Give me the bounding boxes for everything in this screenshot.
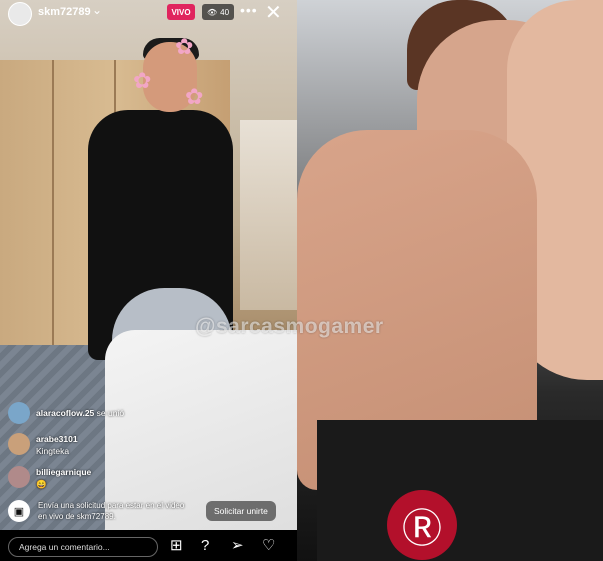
live-stream-screen: ✿ ✿ ✿ Ⓡ @sarcasmogamer skm72789 ⌄ VIVO 👁… bbox=[0, 0, 603, 561]
comment-item: arabe3101 Kingteka bbox=[8, 433, 78, 457]
heart-icon[interactable]: ♡ bbox=[262, 538, 275, 553]
add-guest-icon[interactable]: ⊞ bbox=[170, 538, 183, 553]
flower-sticker-icon: ✿ bbox=[185, 84, 204, 109]
avatar[interactable] bbox=[8, 433, 30, 455]
comment-item: alaracoflow.25 se unió bbox=[8, 402, 124, 424]
avatar[interactable] bbox=[8, 466, 30, 488]
avatar[interactable] bbox=[8, 402, 30, 424]
join-request: ▣ Envía una solicitud para estar en el v… bbox=[8, 500, 293, 522]
watermark: @sarcasmogamer bbox=[195, 315, 384, 338]
flower-sticker-icon: ✿ bbox=[133, 68, 152, 93]
question-icon[interactable]: ? bbox=[201, 538, 209, 553]
viewer-count-badge[interactable]: 👁 40 bbox=[202, 4, 235, 20]
comment-input[interactable] bbox=[8, 537, 158, 557]
flower-sticker-icon: ✿ bbox=[175, 34, 194, 59]
send-icon[interactable]: ➢ bbox=[231, 538, 244, 553]
guest-video: Ⓡ bbox=[297, 0, 603, 561]
join-request-message: Envía una solicitud para estar en el vid… bbox=[38, 501, 185, 521]
bottom-bar: ⊞ ? ➢ ♡ bbox=[0, 530, 297, 561]
host-avatar[interactable] bbox=[8, 2, 32, 26]
close-icon[interactable]: ✕ bbox=[265, 0, 282, 25]
eye-icon: 👁 bbox=[207, 7, 218, 17]
live-badge: VIVO bbox=[167, 4, 195, 20]
background-shelf bbox=[240, 120, 297, 310]
comment-text: 😄 bbox=[36, 479, 47, 489]
guest-shirt bbox=[317, 420, 603, 561]
comment-text: Kingteka bbox=[36, 446, 70, 456]
chevron-down-icon[interactable]: ⌄ bbox=[92, 3, 102, 17]
shirt-logo: Ⓡ bbox=[387, 490, 457, 560]
viewer-count: 40 bbox=[220, 7, 230, 17]
host-username[interactable]: skm72789 bbox=[38, 6, 91, 18]
blanket bbox=[105, 330, 297, 561]
comment-text: se unió bbox=[96, 408, 125, 418]
comment-user[interactable]: billiegarnique bbox=[36, 466, 91, 478]
comment-item: billiegarnique 😄 bbox=[8, 466, 91, 490]
comment-user[interactable]: arabe3101 bbox=[36, 433, 78, 445]
more-options-icon[interactable]: ••• bbox=[240, 2, 258, 18]
video-camera-icon: ▣ bbox=[8, 500, 30, 522]
top-bar: skm72789 ⌄ VIVO 👁 40 ••• ✕ bbox=[0, 0, 297, 28]
request-join-button[interactable]: Solicitar unirte bbox=[206, 501, 276, 521]
comment-user[interactable]: alaracoflow.25 bbox=[36, 408, 94, 418]
